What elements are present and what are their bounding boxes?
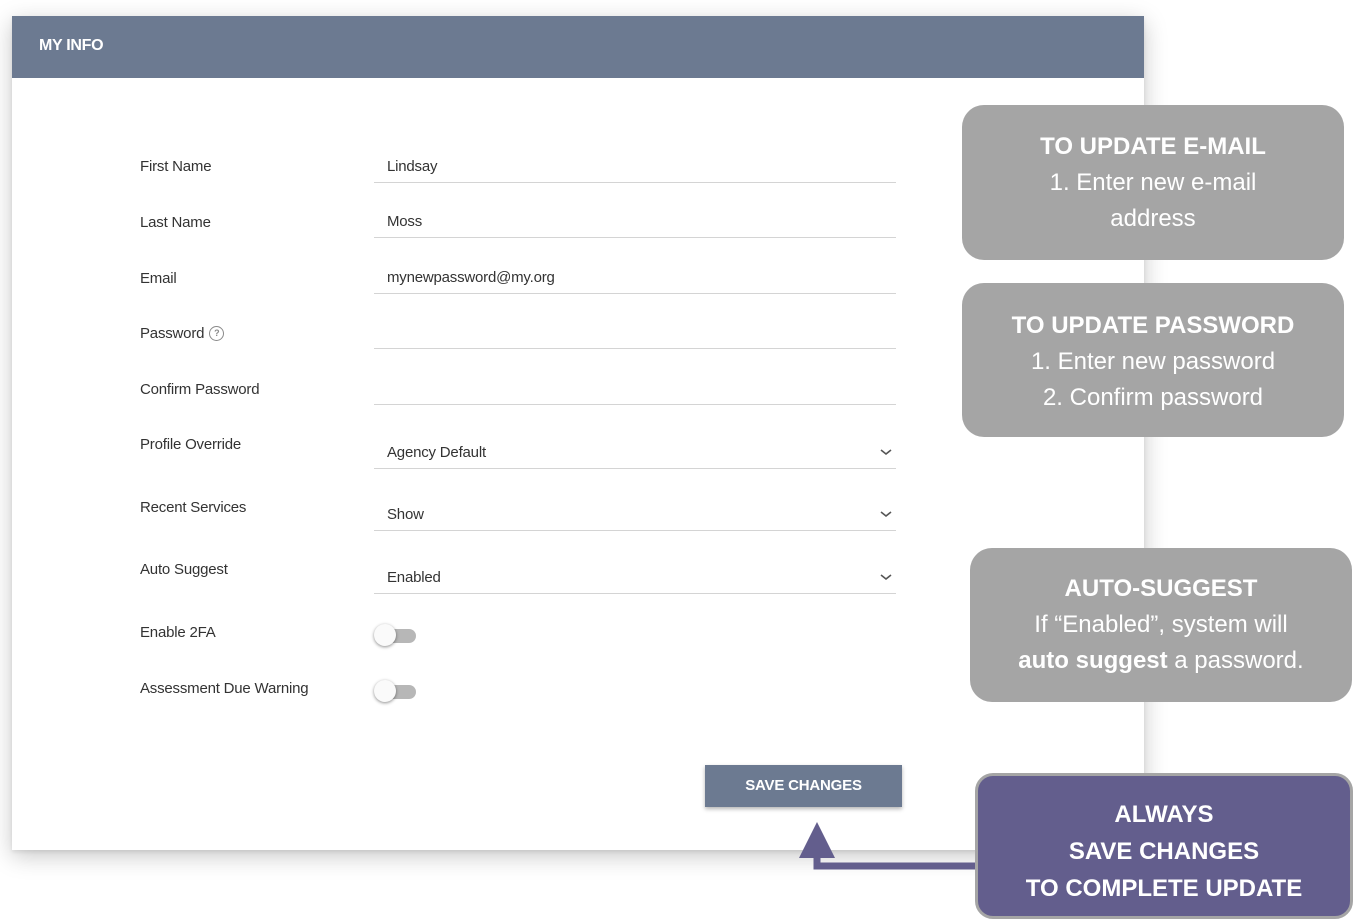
- callout-save-line2: SAVE CHANGES: [1068, 838, 1260, 865]
- callout-save-line3: TO COMPLETE UPDATE: [1025, 875, 1303, 902]
- callout-auto-suggest-bold: auto suggest: [1018, 647, 1168, 674]
- callout-auto-suggest-line2: auto suggest a password.: [970, 643, 1352, 679]
- callout-auto-suggest: AUTO-SUGGEST If “Enabled”, system will a…: [970, 548, 1352, 702]
- callout-password-line1: 1. Enter new password: [1030, 348, 1276, 375]
- callout-email-line2: address: [1110, 205, 1196, 232]
- callout-update-email: TO UPDATE E-MAIL 1. Enter new e-mail add…: [962, 105, 1344, 260]
- callout-save-changes: ALWAYS SAVE CHANGES TO COMPLETE UPDATE: [975, 773, 1353, 919]
- callout-password-title: TO UPDATE PASSWORD: [1011, 312, 1295, 339]
- callout-save-line1: ALWAYS: [1114, 801, 1214, 828]
- callout-email-line1: 1. Enter new e-mail: [1049, 169, 1257, 196]
- callout-auto-suggest-title: AUTO-SUGGEST: [1064, 575, 1258, 602]
- callout-update-password: TO UPDATE PASSWORD 1. Enter new password…: [962, 283, 1344, 437]
- callout-password-line2: 2. Confirm password: [1042, 384, 1264, 411]
- callout-auto-suggest-line1: If “Enabled”, system will: [1034, 611, 1288, 638]
- callout-auto-suggest-rest: a password.: [1167, 647, 1304, 674]
- callout-email-title: TO UPDATE E-MAIL: [1040, 133, 1266, 160]
